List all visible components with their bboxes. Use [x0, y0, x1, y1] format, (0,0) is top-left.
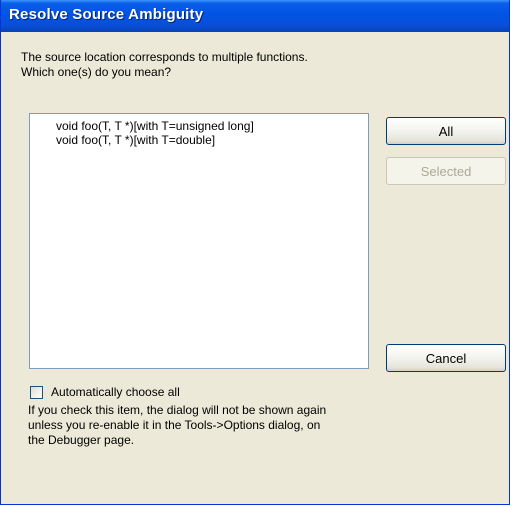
note-line-2: unless you re-enable it in the Tools->Op… — [28, 418, 321, 432]
resolve-source-ambiguity-dialog: Resolve Source Ambiguity The source loca… — [0, 0, 510, 505]
info-note: If you check this item, the dialog will … — [28, 403, 326, 448]
cancel-button[interactable]: Cancel — [386, 344, 506, 372]
list-item[interactable]: void foo(T, T *)[with T=unsigned long] — [56, 119, 254, 133]
prompt-text: The source location corresponds to multi… — [21, 50, 308, 80]
auto-choose-checkbox[interactable] — [30, 385, 43, 399]
list-item[interactable]: void foo(T, T *)[with T=double] — [56, 133, 215, 147]
dialog-title: Resolve Source Ambiguity — [9, 6, 204, 23]
selected-button: Selected — [386, 157, 506, 185]
note-line-3: the Debugger page. — [28, 433, 135, 447]
function-listbox[interactable]: void foo(T, T *)[with T=unsigned long] v… — [29, 113, 369, 369]
prompt-line-2: Which one(s) do you mean? — [21, 65, 172, 79]
auto-choose-label[interactable]: Automatically choose all — [51, 385, 180, 399]
all-button[interactable]: All — [386, 117, 506, 145]
auto-choose-row: Automatically choose all — [30, 385, 180, 399]
title-bar[interactable]: Resolve Source Ambiguity — [1, 0, 509, 32]
note-line-1: If you check this item, the dialog will … — [28, 403, 327, 417]
prompt-line-1: The source location corresponds to multi… — [21, 50, 308, 64]
